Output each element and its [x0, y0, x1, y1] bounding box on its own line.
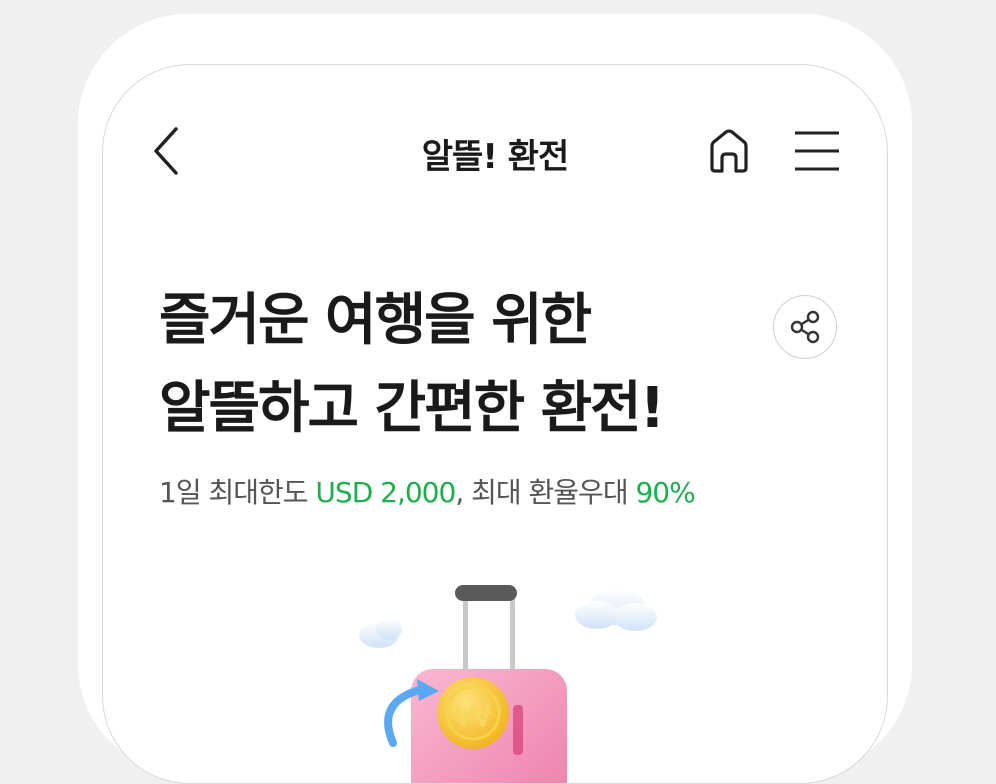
rate-discount-value: 90% — [635, 476, 695, 509]
won-coin — [437, 677, 509, 749]
subtext-prefix: 1일 최대한도 — [159, 476, 316, 509]
menu-button[interactable] — [789, 125, 845, 177]
app-screen: 알뜰! 환전 즐거운 여행을 위한 알뜰하고 간편한 환전! 1일 최대한도 U… — [102, 64, 888, 784]
hamburger-menu-icon — [795, 131, 839, 171]
cloud-right — [575, 589, 657, 631]
top-navigation-bar: 알뜰! 환전 — [103, 115, 887, 187]
hero-headline: 즐거운 여행을 위한 알뜰하고 간편한 환전! — [159, 277, 665, 453]
daily-limit-value: USD 2,000 — [315, 476, 456, 509]
promo-subtext: 1일 최대한도 USD 2,000, 최대 환율우대 90% — [159, 471, 696, 511]
suitcase-with-coin-illustration — [359, 585, 657, 783]
subtext-middle: , 최대 환율우대 — [455, 476, 636, 509]
headline-line-2: 알뜰하고 간편한 환전! — [159, 376, 665, 441]
home-icon — [710, 129, 748, 173]
home-button[interactable] — [703, 125, 755, 177]
headline-line-1: 즐거운 여행을 위한 — [159, 288, 592, 353]
suitcase-handle — [455, 585, 517, 675]
share-button[interactable] — [773, 295, 837, 359]
share-icon — [790, 310, 820, 344]
cloud-left — [359, 618, 402, 648]
page-title: 알뜰! 환전 — [421, 137, 569, 177]
